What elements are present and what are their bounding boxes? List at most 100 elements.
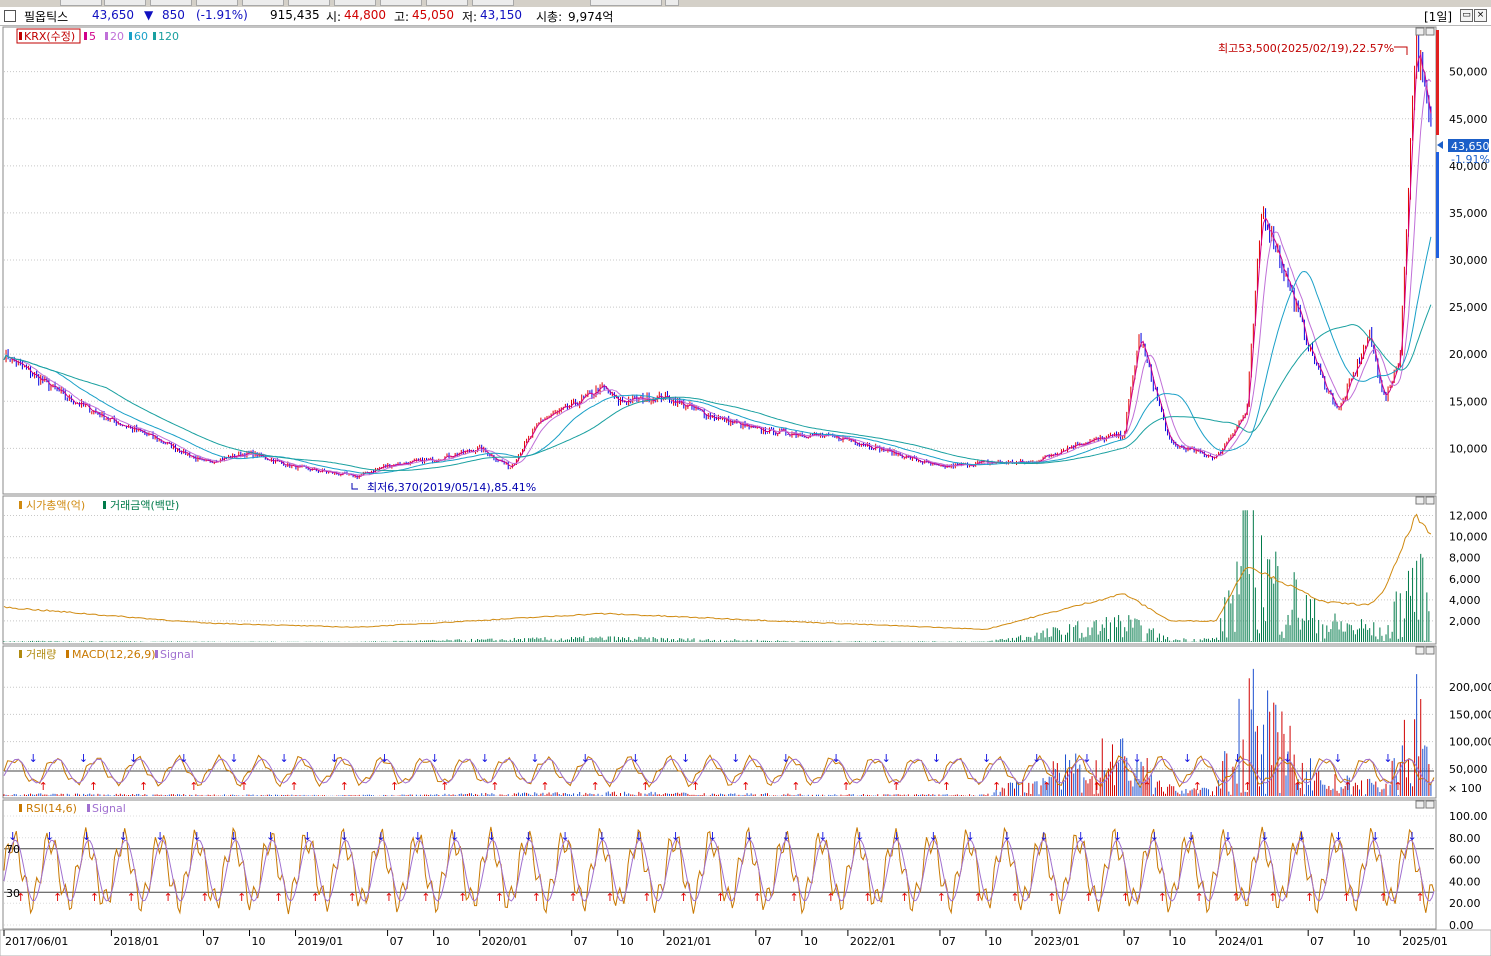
rsi-sell-arrow: ↓	[1297, 830, 1306, 843]
macd-y-tick: 100,000	[1449, 736, 1491, 749]
rsi-y-tick: 80.00	[1449, 832, 1481, 845]
sell-signal-arrow: ↓	[1183, 752, 1192, 765]
sell-signal-arrow: ↓	[480, 752, 489, 765]
sell-signal-arrow: ↓	[179, 752, 188, 765]
buy-signal-arrow: ↑	[591, 780, 600, 793]
buy-signal-arrow: ↑	[139, 780, 148, 793]
rsi-panel-max-icon[interactable]	[1425, 800, 1435, 809]
macd-panel-min-icon[interactable]	[1415, 646, 1425, 655]
rsi-sell-arrow: ↓	[229, 830, 238, 843]
rsi-buy-arrow: ↑	[532, 891, 541, 904]
mcap-panel-max-icon[interactable]	[1425, 496, 1435, 505]
price-y-tick: 45,000	[1449, 113, 1488, 126]
rsi-sell-arrow: ↓	[1113, 830, 1122, 843]
buy-signal-arrow: ↑	[1092, 780, 1101, 793]
sell-signal-arrow: ↓	[530, 752, 539, 765]
sell-signal-arrow: ↓	[831, 752, 840, 765]
rsi-sell-arrow: ↓	[1223, 830, 1232, 843]
legend-rsi: RSI(14,6)	[26, 802, 77, 815]
rsi-sell-arrow: ↓	[929, 830, 938, 843]
price-y-tick: 15,000	[1449, 395, 1488, 408]
rsi-buy-arrow: ↑	[1231, 891, 1240, 904]
rsi-buy-arrow: ↑	[384, 891, 393, 904]
mcap-y-tick: 10,000	[1449, 531, 1488, 544]
rsi-buy-arrow: ↑	[789, 891, 798, 904]
buy-signal-arrow: ↑	[641, 780, 650, 793]
rsi-sell-arrow: ↓	[745, 830, 754, 843]
price-panel-min-icon[interactable]	[1415, 27, 1425, 36]
rsi-buy-arrow: ↑	[1342, 891, 1351, 904]
rsi-sell-arrow: ↓	[1187, 830, 1196, 843]
rsi-buy-arrow: ↑	[348, 891, 357, 904]
sell-signal-arrow: ↓	[731, 752, 740, 765]
rsi-sell-arrow: ↓	[892, 830, 901, 843]
rsi-sell-arrow: ↓	[634, 830, 643, 843]
mcap-y-tick: 2,000	[1449, 615, 1481, 628]
macd-y-tick: 200,000	[1449, 681, 1491, 694]
rsi-buy-arrow: ↑	[127, 891, 136, 904]
sell-signal-arrow: ↓	[1333, 752, 1342, 765]
sell-signal-arrow: ↓	[681, 752, 690, 765]
high-annotation: 최고53,500(2025/02/19),22.57%	[1218, 42, 1394, 55]
rsi-sell-arrow: ↓	[818, 830, 827, 843]
rsi-sell-arrow: ↓	[303, 830, 312, 843]
buy-signal-arrow: ↑	[89, 780, 98, 793]
rsi-sell-arrow: ↓	[1039, 830, 1048, 843]
buy-signal-arrow: ↑	[841, 780, 850, 793]
buy-signal-arrow: ↑	[290, 780, 299, 793]
rsi-y-tick: 0.00	[1449, 919, 1474, 932]
x-tick-label: 10	[620, 935, 634, 948]
x-tick-label: 10	[1356, 935, 1370, 948]
rsi-buy-arrow: ↑	[274, 891, 283, 904]
rsi-sell-arrow: ↓	[155, 830, 164, 843]
rsi-sell-arrow: ↓	[524, 830, 533, 843]
sell-signal-arrow: ↓	[79, 752, 88, 765]
legend-ma5: 5	[89, 30, 96, 43]
x-tick-label: 2021/01	[666, 935, 712, 948]
rsi-sell-arrow: ↓	[1002, 830, 1011, 843]
buy-signal-arrow: ↑	[1243, 780, 1252, 793]
rsi-sell-arrow: ↓	[1371, 830, 1380, 843]
sell-signal-arrow: ↓	[1383, 752, 1392, 765]
rsi-buy-arrow: ↑	[1268, 891, 1277, 904]
last-price-text: 43,650	[1451, 140, 1490, 153]
buy-signal-arrow: ↑	[992, 780, 1001, 793]
price-range-bar-down	[1436, 152, 1439, 258]
rsi-buy-arrow: ↑	[642, 891, 651, 904]
x-tick-label: 10	[988, 935, 1002, 948]
x-tick-label: 07	[758, 935, 772, 948]
sell-signal-arrow: ↓	[430, 752, 439, 765]
last-change-text: -1.91%	[1451, 153, 1490, 166]
legend-amount: 거래금액(백만)	[110, 499, 179, 512]
macd-y-tick: 150,000	[1449, 708, 1491, 721]
price-panel-max-icon[interactable]	[1425, 27, 1435, 36]
sell-signal-arrow: ↓	[1233, 752, 1242, 765]
rsi-buy-arrow: ↑	[495, 891, 504, 904]
sell-signal-arrow: ↓	[982, 752, 991, 765]
rsi-buy-arrow: ↑	[311, 891, 320, 904]
rsi-sell-arrow: ↓	[597, 830, 606, 843]
mcap-y-tick: 6,000	[1449, 573, 1481, 586]
stock-chart[interactable]: 10,00015,00020,00025,00030,00035,00040,0…	[0, 0, 1491, 956]
sell-signal-arrow: ↓	[129, 752, 138, 765]
buy-signal-arrow: ↑	[1293, 780, 1302, 793]
legend-ma20: 20	[110, 30, 124, 43]
rsi-panel-min-icon[interactable]	[1415, 800, 1425, 809]
rsi-sell-arrow: ↓	[82, 830, 91, 843]
buy-signal-arrow: ↑	[1193, 780, 1202, 793]
price-range-bar-up	[1436, 30, 1439, 135]
buy-signal-arrow: ↑	[390, 780, 399, 793]
macd-legend: 거래량 MACD(12,26,9) Signal	[19, 648, 194, 661]
macd-panel-max-icon[interactable]	[1425, 646, 1435, 655]
mcap-panel-min-icon[interactable]	[1415, 496, 1425, 505]
rsi-y-tick: 40.00	[1449, 875, 1481, 888]
x-tick-label: 07	[1310, 935, 1324, 948]
rsi-buy-arrow: ↑	[53, 891, 62, 904]
rsi-sell-arrow: ↓	[266, 830, 275, 843]
price-y-tick: 30,000	[1449, 254, 1488, 267]
rsi-sell-arrow: ↓	[1407, 830, 1416, 843]
legend-ma120: 120	[158, 30, 179, 43]
sell-signal-arrow: ↓	[229, 752, 238, 765]
buy-signal-arrow: ↑	[691, 780, 700, 793]
price-y-tick: 10,000	[1449, 442, 1488, 455]
